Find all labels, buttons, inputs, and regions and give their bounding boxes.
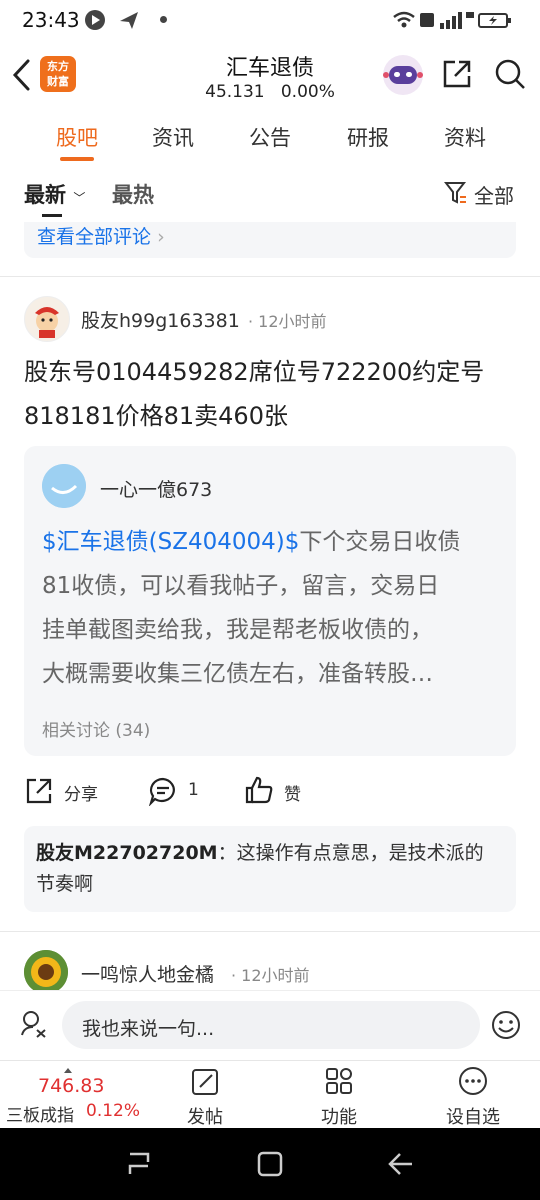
user-search-icon[interactable]	[20, 1009, 48, 1039]
features-button[interactable]: 功能	[294, 1061, 384, 1128]
features-label: 功能	[321, 1107, 357, 1128]
reply-text: 股友M22702720M：这操作有点意思，是技术派的 节奏啊	[36, 838, 506, 900]
filter-all[interactable]: 全部	[474, 180, 514, 209]
post-author-avatar[interactable]	[24, 296, 70, 342]
post-button[interactable]: 发帖	[160, 1061, 250, 1128]
post-body[interactable]: 股东号0104459282席位号722200约定号 818181价格81卖460…	[24, 350, 516, 438]
watchlist-label: 设自选	[446, 1107, 500, 1128]
status-time: 23:43	[22, 8, 80, 32]
sky-avatar-icon	[42, 464, 86, 508]
post-divider	[0, 276, 540, 277]
signal-icon	[420, 12, 474, 29]
next-post-author[interactable]: 一鸣惊人地金橘	[81, 960, 214, 987]
quoted-text-line: 81收债，可以看我帖子，留言，交易日	[42, 573, 440, 599]
comment-placeholder: 我也来说一句...	[82, 1018, 215, 1040]
status-bar: 23:43	[0, 0, 540, 40]
chevron-right-icon: ›	[157, 226, 165, 248]
comment-bar: 我也来说一句...	[0, 990, 540, 1061]
post-time: · 12小时前	[248, 312, 327, 331]
chevron-down-icon: ﹀	[73, 191, 86, 205]
cartoon-avatar-icon	[35, 307, 59, 338]
post-body-line: 股东号0104459282席位号722200约定号	[24, 358, 485, 386]
comment-icon	[148, 777, 175, 806]
grid-icon	[326, 1068, 352, 1094]
system-nav-bar	[0, 1128, 540, 1200]
like-button[interactable]: 赞	[244, 772, 334, 812]
next-post-avatar[interactable]	[24, 950, 68, 994]
previous-post-card: 查看全部评论 ›	[24, 222, 516, 258]
post-body-line: 818181价格81卖460张	[24, 402, 288, 430]
tab-news[interactable]: 资讯	[133, 122, 213, 152]
tab-profile[interactable]: 资料	[425, 122, 505, 152]
share-external-icon[interactable]	[441, 58, 473, 90]
share-button[interactable]: 分享	[24, 772, 124, 812]
post-author-name[interactable]: 股友h99g163381	[81, 306, 240, 333]
quoted-text-line: 大概需要收集三亿债左右，准备转股…	[42, 661, 433, 687]
watchlist-button[interactable]: 设自选	[428, 1061, 518, 1128]
reply-author[interactable]: 股友M22702720M	[36, 842, 218, 864]
edit-icon	[192, 1069, 218, 1095]
tab-guba[interactable]: 股吧	[37, 122, 117, 152]
tab-announcements[interactable]: 公告	[230, 122, 310, 152]
app-header: 东方 财富 汇车退债 45.131 0.00%	[0, 40, 540, 110]
home-icon[interactable]	[256, 1150, 284, 1178]
active-tab-indicator	[60, 157, 94, 161]
comment-button[interactable]: 1	[148, 772, 238, 812]
view-all-comments-link[interactable]: 查看全部评论 ›	[37, 222, 165, 249]
assistant-robot-icon[interactable]	[383, 55, 423, 95]
wifi-icon	[393, 11, 415, 28]
filter-row: 最新 ﹀ 最热 全部	[0, 162, 540, 222]
quoted-post-card[interactable]: 一心一億673 $汇车退债(SZ404004)$下个交易日收债 81收债，可以看…	[24, 446, 516, 756]
comment-input[interactable]: 我也来说一句...	[62, 1001, 480, 1049]
search-icon[interactable]	[494, 58, 526, 90]
back-icon[interactable]	[386, 1150, 414, 1178]
price-change: 0.00%	[280, 82, 335, 102]
reply-text-span: ：这操作有点意思，是技术派的	[217, 842, 484, 864]
view-all-label: 查看全部评论	[37, 226, 152, 248]
index-value: 746.83	[38, 1075, 105, 1097]
quoted-author-name: 一心一億673	[100, 479, 213, 501]
quoted-text-line: 挂单截图卖给我，我是帮老板收债的，	[42, 617, 433, 643]
related-discussions[interactable]: 相关讨论 (34)	[42, 716, 150, 741]
filter-latest-label: 最新	[24, 183, 66, 207]
quoted-author-avatar	[42, 464, 86, 508]
battery-icon	[478, 13, 511, 28]
thumbs-up-icon	[245, 776, 273, 804]
send-icon	[120, 12, 138, 29]
share-icon	[26, 778, 52, 804]
filter-indicator	[42, 214, 62, 217]
share-label: 分享	[64, 785, 98, 805]
more-dots-icon	[459, 1067, 487, 1095]
section-tabs: 股吧 资讯 公告 研报 资料	[0, 110, 540, 163]
media-play-icon	[85, 10, 105, 30]
filter-hot[interactable]: 最热	[112, 179, 154, 209]
filter-latest[interactable]: 最新 ﹀	[24, 179, 85, 209]
bottom-nav: 746.83 三板成指 0.12% 发帖 功能 设自选	[0, 1060, 540, 1128]
notification-dot-icon	[160, 16, 167, 23]
index-ticker[interactable]: 746.83 三板成指 0.12%	[0, 1061, 150, 1127]
index-name: 三板成指	[6, 1106, 74, 1126]
index-change: 0.12%	[86, 1101, 141, 1121]
filter-funnel-icon[interactable]	[444, 180, 468, 206]
caret-up-icon	[64, 1063, 72, 1073]
quoted-post-text: $汇车退债(SZ404004)$下个交易日收债 81收债，可以看我帖子，留言，交…	[42, 520, 502, 696]
sunflower-avatar-icon	[24, 950, 68, 994]
post-actions: 分享 1 赞	[24, 772, 516, 812]
price-value: 45.131	[205, 82, 265, 102]
post-label: 发帖	[187, 1107, 223, 1128]
emoji-icon[interactable]	[490, 1009, 522, 1041]
like-label: 赞	[284, 785, 301, 805]
quoted-text-span: 下个交易日收债	[299, 529, 461, 555]
reply-text-line: 节奏啊	[36, 873, 94, 895]
next-post-time: · 12小时前	[231, 966, 310, 985]
stock-link[interactable]: $汇车退债(SZ404004)$	[42, 529, 299, 555]
recents-icon[interactable]	[126, 1150, 152, 1178]
tab-research[interactable]: 研报	[328, 122, 408, 152]
post-divider	[0, 931, 540, 932]
comment-count: 1	[188, 780, 199, 800]
reply-preview[interactable]: 股友M22702720M：这操作有点意思，是技术派的 节奏啊	[24, 826, 516, 912]
